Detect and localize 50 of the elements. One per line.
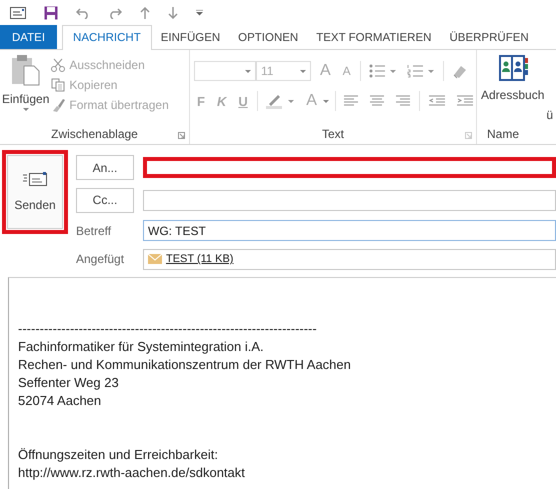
copy-icon	[51, 78, 66, 92]
mail-icon[interactable]	[10, 6, 26, 18]
body-text-line: 52074 Aachen	[18, 392, 102, 410]
caret-icon	[245, 70, 251, 72]
body-text-line: Seffenter Weg 23	[18, 374, 120, 392]
caret-icon	[300, 70, 306, 72]
address-book-button[interactable]: Adressbuch	[477, 50, 546, 124]
field-label: Angefügt	[76, 252, 126, 266]
caret-icon	[22, 108, 29, 111]
recipient-field[interactable]	[143, 190, 556, 211]
body-text-line: http://www.rz.rwth-aachen.de/sdkontakt	[18, 464, 246, 482]
undo-icon[interactable]	[76, 6, 90, 18]
body-text-line: Öffnungszeiten und Erreichbarkeit:	[18, 446, 219, 464]
recipient-field[interactable]	[143, 157, 556, 178]
paintbrush-icon	[51, 98, 66, 112]
bullet-list-icon[interactable]	[366, 64, 399, 78]
envelope-icon	[148, 254, 162, 264]
subject-field[interactable]: WG: TEST	[143, 220, 556, 242]
launcher-icon[interactable]	[178, 132, 185, 139]
clipboard-icon	[10, 54, 42, 86]
decrease-indent-icon[interactable]	[426, 95, 448, 107]
ribbon-tab[interactable]: NACHRICHT	[62, 25, 152, 50]
launcher-icon[interactable]	[465, 132, 472, 139]
field-label: Betreff	[76, 224, 112, 238]
attachment-field[interactable]: TEST (11 KB)	[143, 248, 556, 270]
group-label: Name	[487, 127, 520, 141]
check-names-button[interactable]: ü	[546, 108, 554, 122]
numbered-list-icon[interactable]	[404, 64, 437, 78]
message-body[interactable]	[8, 277, 556, 489]
redo-icon[interactable]	[108, 6, 122, 18]
address-button[interactable]: Cc...	[76, 188, 134, 213]
send-button[interactable]: Senden	[2, 150, 68, 234]
paste-button[interactable]: Einfügen	[0, 50, 52, 124]
body-text-line: Fachinformatiker für Systemintegration i.A.	[18, 338, 265, 356]
body-text-line: ---------------------------------------------------------------------	[18, 320, 318, 338]
file-tab[interactable]: DATEI	[0, 25, 58, 49]
save-icon[interactable]	[44, 6, 58, 20]
down-arrow-icon[interactable]	[168, 6, 178, 18]
customize-icon[interactable]	[196, 10, 203, 16]
increase-indent-icon[interactable]	[454, 95, 476, 107]
up-arrow-icon[interactable]	[140, 6, 150, 18]
address-book-icon	[498, 54, 528, 82]
group-label: Zwischenablage	[51, 127, 138, 141]
group-label: Text	[322, 127, 344, 141]
body-text-line: Rechen- und Kommunikationszentrum der RWTH Aachen	[18, 356, 352, 374]
address-button[interactable]: An...	[76, 155, 134, 180]
envelope-icon	[23, 172, 47, 186]
caret-icon	[322, 100, 329, 102]
attachment-link[interactable]: TEST (11 KB)	[166, 253, 234, 266]
scissors-icon	[51, 58, 66, 72]
